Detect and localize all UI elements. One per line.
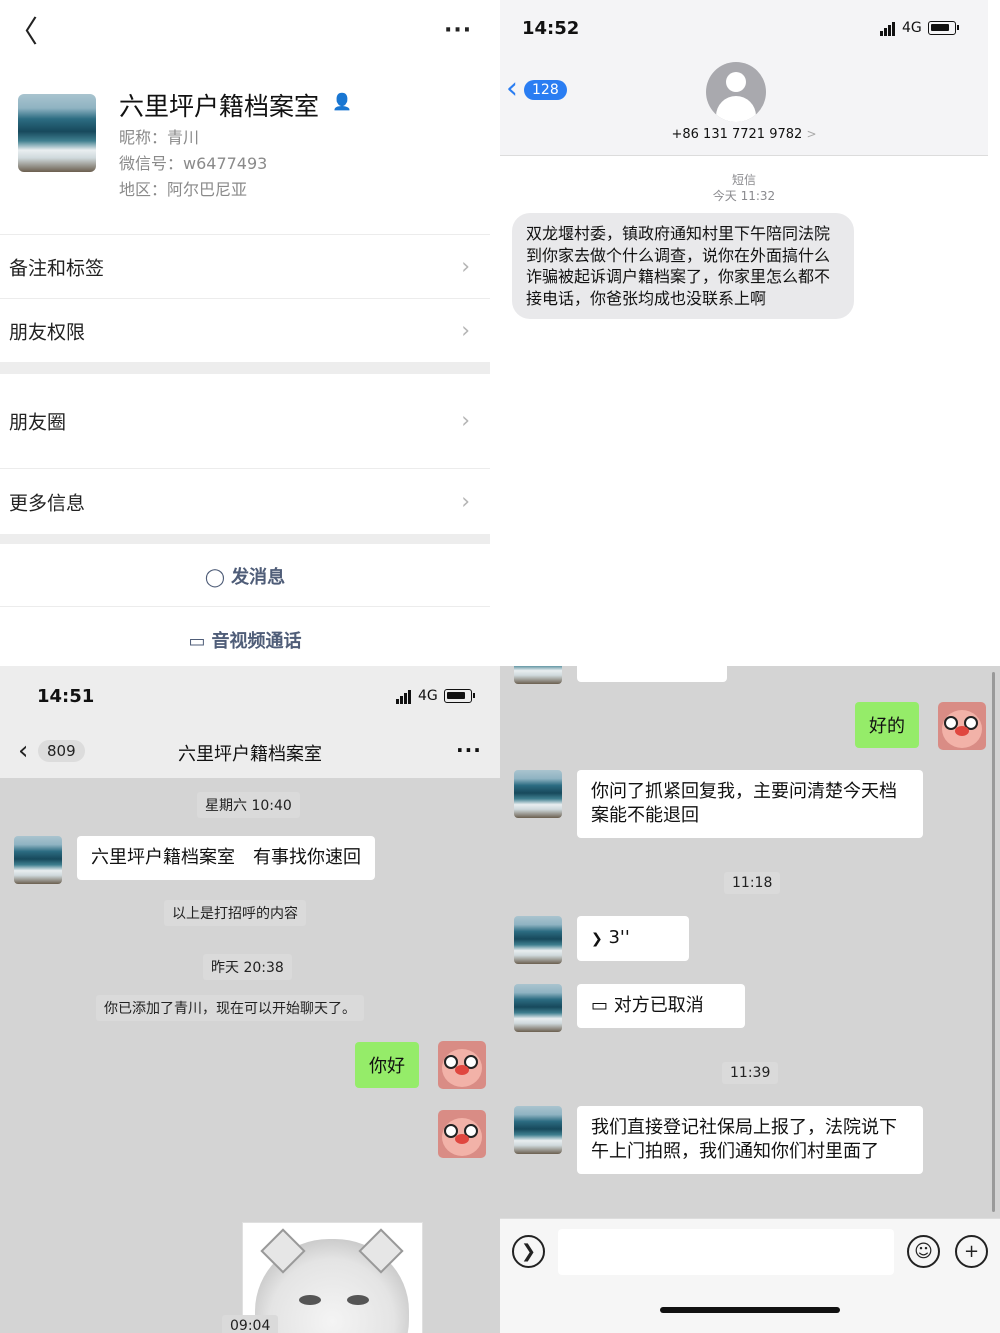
timestamp: 09:04 bbox=[222, 1315, 279, 1333]
contact-phone[interactable]: +86 131 7721 9782 > bbox=[500, 127, 988, 142]
row-more-info[interactable]: 更多信息 › bbox=[0, 468, 490, 534]
contact-avatar[interactable] bbox=[706, 62, 766, 122]
voice-icon: ❯ bbox=[591, 931, 603, 947]
chat-screen-1: 14:51 4G ‹ 809 六里坪户籍档案室 ··· 星期六 10:40 六里… bbox=[0, 666, 500, 1333]
sms-header: 14:52 4G ‹ 128 +86 131 7721 9782 > bbox=[500, 0, 988, 156]
back-icon[interactable]: 〈 bbox=[8, 18, 38, 48]
chat-bubble-icon: ◯ bbox=[204, 567, 226, 588]
phone-number: +86 131 7721 9782 bbox=[671, 127, 803, 142]
system-message: 你已添加了青川，现在可以开始聊天了。 bbox=[96, 995, 364, 1021]
message-date: 今天 11:32 bbox=[712, 189, 776, 203]
row-remark-tags[interactable]: 备注和标签 › bbox=[0, 234, 490, 298]
sms-screen: 14:52 4G ‹ 128 +86 131 7721 9782 > 短信 今天… bbox=[500, 0, 1000, 666]
voice-message[interactable]: ❯ 3'' bbox=[577, 916, 689, 961]
avatar[interactable] bbox=[938, 702, 986, 750]
video-call-icon: ▭ bbox=[188, 631, 206, 652]
send-message-label: 发消息 bbox=[231, 567, 286, 588]
avatar[interactable] bbox=[514, 1106, 562, 1154]
message-kind: 短信 bbox=[731, 173, 756, 187]
person-icon: 👤 bbox=[332, 92, 352, 111]
status-time: 14:51 bbox=[37, 686, 95, 707]
avatar[interactable] bbox=[514, 666, 562, 684]
chevron-right-icon: › bbox=[461, 254, 470, 279]
av-call-label: 音视频通话 bbox=[211, 631, 302, 652]
region: 地区：阿尔巴尼亚 bbox=[119, 180, 248, 199]
network-label: 4G bbox=[418, 688, 438, 704]
profile-name: 六里坪户籍档案室 bbox=[119, 92, 320, 121]
wechat-id: 微信号：w6477493 bbox=[119, 154, 268, 173]
battery-icon bbox=[927, 21, 959, 35]
avatar[interactable] bbox=[14, 836, 62, 884]
avatar[interactable] bbox=[18, 94, 96, 172]
timestamp: 星期六 10:40 bbox=[197, 792, 300, 818]
home-indicator bbox=[660, 1307, 840, 1313]
scrollbar[interactable] bbox=[992, 672, 995, 1212]
row-friend-permissions[interactable]: 朋友权限 › bbox=[0, 298, 490, 362]
av-call-button[interactable]: ▭ 音视频通话 bbox=[0, 606, 490, 666]
signal-icon bbox=[396, 688, 412, 704]
voice-input-icon[interactable]: ❯ bbox=[512, 1235, 545, 1268]
emoji-icon[interactable]: ☺ bbox=[907, 1235, 940, 1268]
chevron-right-icon: › bbox=[461, 318, 470, 343]
more-icon[interactable]: ··· bbox=[444, 18, 472, 43]
chat-screen-2: 好的 你问了抓紧回复我，主要问清楚今天档案能不能退回 11:18 ❯ 3'' ▭… bbox=[500, 666, 1000, 1333]
nickname: 昵称：青川 bbox=[119, 128, 200, 147]
avatar[interactable] bbox=[514, 984, 562, 1032]
voice-duration: 3'' bbox=[608, 927, 630, 948]
message-input[interactable] bbox=[558, 1229, 894, 1275]
sms-bubble: 双龙堰村委，镇政府通知村里下午陪同法院到你家去做个什么调查，说你在外面搞什么诈骗… bbox=[512, 213, 854, 319]
timestamp: 昨天 20:38 bbox=[203, 954, 292, 980]
chat-body: 好的 你问了抓紧回复我，主要问清楚今天档案能不能退回 11:18 ❯ 3'' ▭… bbox=[500, 666, 1000, 1218]
chat-body: 星期六 10:40 六里坪户籍档案室 有事找你速回 以上是打招呼的内容 昨天 2… bbox=[0, 778, 500, 1333]
video-call-icon: ▭ bbox=[591, 995, 609, 1016]
status-time: 14:52 bbox=[522, 18, 580, 39]
chevron-right-icon: > bbox=[806, 127, 817, 141]
row-label: 备注和标签 bbox=[9, 257, 105, 279]
network-label: 4G bbox=[902, 20, 922, 36]
send-message-button[interactable]: ◯ 发消息 bbox=[0, 544, 490, 606]
battery-icon bbox=[443, 689, 475, 703]
timestamp: 11:39 bbox=[722, 1062, 779, 1084]
unread-badge[interactable]: 128 bbox=[524, 80, 567, 100]
avatar[interactable] bbox=[438, 1041, 486, 1089]
status-bar: 4G bbox=[880, 20, 959, 36]
section-divider bbox=[0, 362, 490, 374]
call-cancelled-message[interactable]: ▭ 对方已取消 bbox=[577, 984, 745, 1028]
row-moments[interactable]: 朋友圈 › bbox=[0, 374, 490, 468]
signal-icon bbox=[880, 20, 896, 36]
input-bar: ❯ ☺ + bbox=[500, 1218, 1000, 1333]
avatar[interactable] bbox=[514, 916, 562, 964]
profile-screen: 〈 ··· 六里坪户籍档案室 👤 昵称：青川 微信号：w6477493 地区：阿… bbox=[0, 0, 500, 666]
message-bubble: 你问了抓紧回复我，主要问清楚今天档案能不能退回 bbox=[577, 770, 923, 838]
chevron-right-icon: › bbox=[461, 489, 470, 514]
greeting-bubble: 六里坪户籍档案室 有事找你速回 bbox=[77, 836, 375, 880]
system-message: 以上是打招呼的内容 bbox=[164, 900, 306, 926]
chat-title: 六里坪户籍档案室 bbox=[178, 744, 322, 765]
chat-header: 14:51 4G ‹ 809 六里坪户籍档案室 ··· bbox=[0, 666, 500, 778]
ok-bubble: 好的 bbox=[855, 702, 919, 748]
row-label: 朋友圈 bbox=[9, 411, 67, 434]
row-label: 更多信息 bbox=[9, 492, 86, 514]
back-icon[interactable]: ‹ bbox=[506, 74, 518, 104]
status-bar: 4G bbox=[396, 688, 475, 704]
hello-bubble: 你好 bbox=[355, 1042, 419, 1088]
call-status: 对方已取消 bbox=[613, 995, 704, 1016]
chevron-right-icon: › bbox=[461, 408, 470, 434]
timestamp: 11:18 bbox=[724, 872, 781, 894]
more-icon[interactable]: ··· bbox=[456, 738, 482, 762]
plus-icon[interactable]: + bbox=[955, 1235, 988, 1268]
row-label: 朋友权限 bbox=[9, 321, 86, 343]
message-bubble: 我们直接登记社保局上报了，法院说下午上门拍照，我们通知你们村里面了 bbox=[577, 1106, 923, 1174]
message-bubble bbox=[577, 666, 727, 682]
avatar[interactable] bbox=[514, 770, 562, 818]
avatar[interactable] bbox=[438, 1110, 486, 1158]
section-divider bbox=[0, 534, 490, 544]
